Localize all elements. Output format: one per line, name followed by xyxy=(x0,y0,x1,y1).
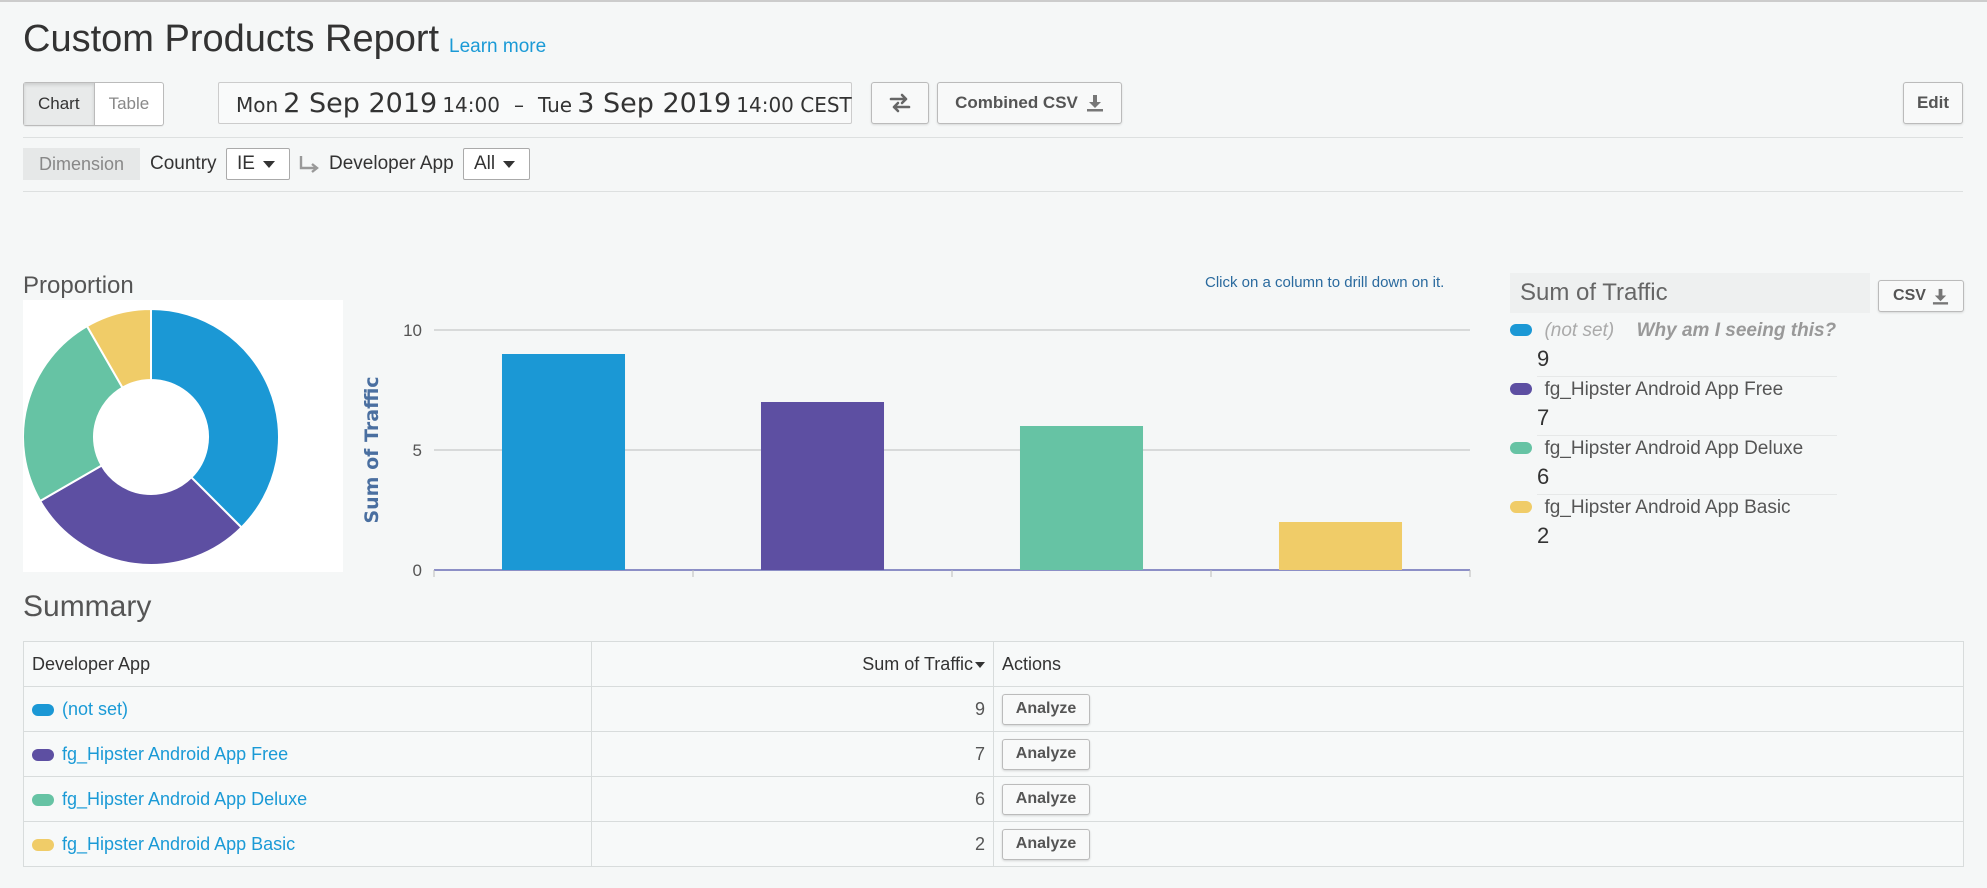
legend-name: fg_Hipster Android App Deluxe xyxy=(1544,438,1804,459)
table-row: fg_Hipster Android App Free 7 Analyze xyxy=(23,731,1964,777)
combined-csv-label: Combined CSV xyxy=(955,93,1078,112)
proportion-title: Proportion xyxy=(23,272,134,299)
edit-button[interactable]: Edit xyxy=(1903,82,1963,124)
summary-title: Summary xyxy=(23,590,152,623)
table-view-button[interactable]: Table xyxy=(95,83,164,125)
download-icon xyxy=(1086,95,1103,112)
end-date: 3 Sep 2019 xyxy=(577,88,732,119)
legend-item[interactable]: fg_Hipster Android App Deluxe 6 xyxy=(1510,438,1870,495)
country-select[interactable]: IE xyxy=(226,148,290,180)
bar[interactable] xyxy=(1019,426,1144,570)
combined-csv-button[interactable]: Combined CSV xyxy=(937,82,1122,124)
start-time: 14:00 xyxy=(442,93,500,117)
y-tick-label: 10 xyxy=(403,321,422,340)
donut-chart-svg xyxy=(22,307,280,566)
table-row: fg_Hipster Android App Basic 2 Analyze xyxy=(23,821,1964,867)
country-value: IE xyxy=(237,153,255,174)
start-day: Mon xyxy=(236,93,279,117)
legend-header: Sum of Traffic xyxy=(1510,273,1870,313)
date-separator: – xyxy=(513,93,524,117)
country-label: Country xyxy=(150,153,217,174)
app-link[interactable]: (not set) xyxy=(62,699,128,719)
legend-value: 7 xyxy=(1537,405,1550,430)
traffic-value: 9 xyxy=(591,686,994,732)
traffic-value: 2 xyxy=(591,821,994,867)
legend-item[interactable]: (not set) Why am I seeing this? 9 xyxy=(1510,320,1870,377)
download-icon xyxy=(1932,288,1949,305)
csv-label: CSV xyxy=(1893,287,1926,304)
developer-app-value: All xyxy=(474,153,496,174)
start-date: 2 Sep 2019 xyxy=(283,88,438,119)
bar[interactable] xyxy=(760,402,885,570)
view-toggle: Chart Table xyxy=(23,82,165,126)
legend-item[interactable]: fg_Hipster Android App Basic 2 xyxy=(1510,497,1870,549)
end-day: Tue xyxy=(537,93,573,117)
row-swatch xyxy=(32,793,54,806)
compare-swap-button[interactable] xyxy=(871,82,929,124)
row-swatch xyxy=(32,838,54,851)
legend-value: 9 xyxy=(1537,346,1550,371)
legend-value: 2 xyxy=(1537,523,1550,548)
row-swatch xyxy=(32,748,54,761)
column-header-sum-of-traffic[interactable]: Sum of Traffic xyxy=(591,641,994,687)
analyze-button[interactable]: Analyze xyxy=(1002,783,1090,815)
chevron-down-icon xyxy=(503,160,516,168)
summary-table: Developer App Sum of Traffic Actions (no… xyxy=(23,641,1964,867)
divider xyxy=(1537,376,1837,377)
app-link[interactable]: fg_Hipster Android App Deluxe xyxy=(62,789,307,809)
legend-swatch xyxy=(1510,501,1532,513)
swap-arrows-icon xyxy=(889,93,911,113)
proportion-chart xyxy=(22,300,343,572)
app-link[interactable]: fg_Hipster Android App Free xyxy=(62,744,288,764)
column-header-developer-app[interactable]: Developer App xyxy=(23,641,592,687)
traffic-value: 6 xyxy=(591,776,994,822)
divider xyxy=(23,137,1963,138)
analyze-button[interactable]: Analyze xyxy=(1002,693,1090,725)
traffic-value: 7 xyxy=(591,731,994,777)
analyze-button[interactable]: Analyze xyxy=(1002,738,1090,770)
table-header-row: Developer App Sum of Traffic Actions xyxy=(23,641,1964,687)
legend-item[interactable]: fg_Hipster Android App Free 7 xyxy=(1510,379,1870,436)
app-link[interactable]: fg_Hipster Android App Basic xyxy=(62,834,295,854)
date-range-picker[interactable]: Mon 2 Sep 2019 14:00 – Tue 3 Sep 2019 14… xyxy=(218,82,852,124)
bar[interactable] xyxy=(1278,522,1403,570)
developer-app-label: Developer App xyxy=(329,153,454,174)
analyze-button[interactable]: Analyze xyxy=(1002,828,1090,860)
legend-swatch xyxy=(1510,383,1532,395)
chevron-down-icon xyxy=(262,160,275,168)
row-swatch xyxy=(32,703,54,716)
legend-title: Sum of Traffic xyxy=(1520,279,1668,306)
y-axis-label: Sum of Traffic xyxy=(361,376,383,523)
y-tick-label: 5 xyxy=(413,441,422,460)
divider xyxy=(1537,435,1837,436)
bar[interactable] xyxy=(501,354,626,570)
page-title: Custom Products Report xyxy=(23,18,440,60)
legend-csv-button[interactable]: CSV xyxy=(1878,280,1964,312)
why-link[interactable]: Why am I seeing this? xyxy=(1637,320,1837,341)
legend-swatch xyxy=(1510,442,1532,454)
learn-more-link[interactable]: Learn more xyxy=(449,36,546,58)
divider xyxy=(1537,494,1837,495)
legend-name: fg_Hipster Android App Free xyxy=(1544,379,1784,400)
legend-name: (not set) xyxy=(1544,320,1615,341)
sort-desc-icon xyxy=(975,661,985,668)
legend-value: 6 xyxy=(1537,464,1550,489)
end-time: 14:00 CEST xyxy=(736,93,852,117)
chart-hint: Click on a column to drill down on it. xyxy=(1205,274,1445,291)
table-row: fg_Hipster Android App Deluxe 6 Analyze xyxy=(23,776,1964,822)
column-header-label: Sum of Traffic xyxy=(862,653,973,674)
y-tick-label: 0 xyxy=(413,561,422,580)
dimension-label: Dimension xyxy=(23,148,140,180)
divider xyxy=(23,191,1963,192)
developer-app-select[interactable]: All xyxy=(463,148,530,180)
legend-name: fg_Hipster Android App Basic xyxy=(1544,497,1791,518)
bar-chart-svg: 0 5 10 Sum of Traffic xyxy=(361,321,1471,580)
chart-view-button[interactable]: Chart xyxy=(24,83,95,125)
table-row: (not set) 9 Analyze xyxy=(23,686,1964,732)
legend-swatch xyxy=(1510,324,1532,336)
column-header-actions: Actions xyxy=(993,641,1964,687)
drill-arrow-icon xyxy=(299,156,319,173)
